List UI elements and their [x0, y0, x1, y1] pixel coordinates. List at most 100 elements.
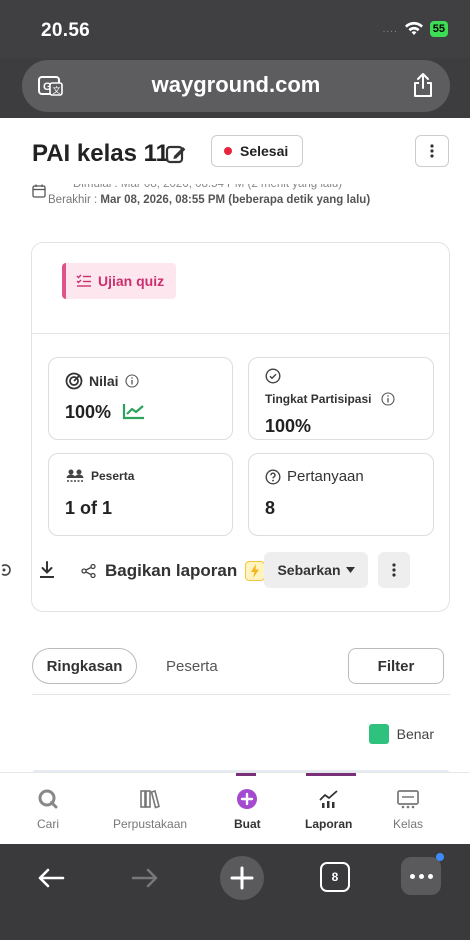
create-plus-icon	[237, 789, 258, 809]
legend-label-benar: Benar	[396, 726, 434, 742]
target-icon	[65, 372, 83, 390]
forward-button[interactable]	[130, 858, 160, 898]
menu-button[interactable]	[400, 853, 444, 896]
share-nodes-icon	[81, 564, 96, 578]
signal-icon: ....	[382, 23, 398, 35]
caret-down-icon	[345, 567, 355, 573]
lightning-icon	[245, 561, 266, 581]
share-icon[interactable]	[412, 72, 434, 98]
started-date: Dimulai : Mar 08, 2026, 08:54 PM (2 meni…	[73, 178, 343, 190]
stat-partisipasi-header: Tingkat Partisipasi	[265, 392, 396, 406]
report-chart-icon	[319, 790, 338, 808]
stat-pertanyaan-label: Pertanyaan	[287, 468, 364, 485]
status-badge-label: Selesai	[240, 143, 289, 159]
stat-partisipasi: Tingkat Partisipasi 100%	[248, 357, 434, 440]
nav-laporan[interactable]: Laporan	[305, 787, 352, 831]
buat-indicator	[236, 773, 256, 776]
info-icon[interactable]	[381, 392, 396, 406]
stat-partisipasi-label: Tingkat Partisipasi	[265, 392, 372, 406]
edit-icon[interactable]	[165, 143, 187, 165]
quiz-type-tag: Ujian quiz	[62, 263, 176, 299]
library-icon	[140, 790, 161, 809]
check-circle-icon	[265, 368, 281, 384]
wifi-icon	[404, 21, 423, 35]
active-tab-indicator	[306, 773, 356, 776]
share-report-label: Bagikan laporan	[105, 561, 238, 580]
nav-perpustakaan-label: Perpustakaan	[113, 817, 188, 831]
status-dot-icon	[224, 147, 232, 155]
nav-cari[interactable]: Cari	[36, 787, 60, 831]
nav-laporan-label: Laporan	[305, 817, 353, 831]
tab-count: 8	[320, 862, 350, 892]
search-icon	[38, 789, 58, 809]
action-more-button[interactable]	[378, 552, 410, 588]
report-actions: Bagikan laporan Sebarkan	[0, 552, 470, 592]
stat-peserta-label: Peserta	[91, 469, 135, 483]
download-icon[interactable]	[39, 561, 55, 579]
distribute-label: Sebarkan	[277, 562, 341, 578]
stat-nilai-row: 100%	[65, 402, 146, 423]
url-text[interactable]: wayground.com	[22, 72, 450, 98]
status-badge: Selesai	[211, 135, 304, 167]
nav-perpustakaan[interactable]: Perpustakaan	[113, 787, 187, 831]
nav-kelas[interactable]: Kelas	[393, 787, 423, 831]
kebab-icon	[392, 563, 396, 577]
trend-chart-icon	[122, 404, 145, 420]
more-options-button[interactable]	[415, 135, 449, 167]
tab-ringkasan[interactable]: Ringkasan	[32, 648, 137, 684]
divider	[32, 694, 450, 695]
chart-legend: Benar	[368, 724, 434, 744]
page-content: PAI kelas 11 Selesai Dimulai : Mar 08, 2…	[0, 118, 470, 790]
tabs-button[interactable]: 8	[318, 860, 352, 894]
battery-indicator: 55	[429, 21, 448, 37]
stat-peserta: Peserta 1 of 1	[48, 453, 233, 536]
nav-kelas-label: Kelas	[393, 817, 424, 831]
more-dots-icon	[401, 853, 444, 895]
notification-dot	[436, 853, 444, 861]
stat-nilai-header: Nilai	[65, 372, 139, 390]
ended-date: Berakhir : Mar 08, 2026, 08:55 PM (beber…	[48, 194, 370, 206]
ended-date-prefix: Berakhir :	[48, 194, 101, 206]
ended-date-value: Mar 08, 2026, 08:55 PM (beberapa detik y…	[100, 194, 371, 206]
stat-partisipasi-value: 100%	[265, 416, 312, 436]
checklist-icon	[76, 274, 91, 287]
nav-cari-label: Cari	[36, 817, 59, 831]
back-button[interactable]	[36, 858, 66, 898]
address-bar[interactable]: G 文 wayground.com	[22, 60, 450, 112]
stat-nilai-label: Nilai	[89, 373, 119, 389]
stat-pertanyaan: Pertanyaan 8	[248, 453, 434, 536]
app-bottom-nav: Cari Perpustakaan Buat Laporan Kelas	[0, 772, 470, 844]
stat-peserta-value: 1 of 1	[65, 498, 113, 518]
people-icon	[66, 469, 84, 482]
info-icon[interactable]	[125, 374, 139, 388]
stat-pertanyaan-value: 8	[265, 498, 276, 518]
stat-nilai-value: 100%	[65, 402, 112, 422]
arrow-right-icon	[131, 868, 158, 888]
question-circle-icon	[265, 468, 281, 485]
status-bar: 20.56 .... 55	[0, 0, 470, 58]
arrow-left-icon	[38, 868, 65, 888]
browser-toolbar: 8	[0, 844, 470, 940]
filter-button[interactable]: Filter	[348, 648, 444, 684]
status-time: 20.56	[41, 20, 91, 41]
partial-icon[interactable]	[0, 562, 12, 580]
stat-pertanyaan-header: Pertanyaan	[265, 468, 364, 485]
quiz-type-label: Ujian quiz	[98, 273, 165, 289]
report-header: PAI kelas 11 Selesai	[0, 132, 470, 172]
stat-nilai: Nilai 100%	[48, 357, 233, 440]
plus-circle-icon	[220, 856, 264, 900]
nav-buat[interactable]: Buat	[234, 787, 261, 831]
stat-peserta-header: Peserta	[65, 468, 134, 484]
share-report-button[interactable]: Bagikan laporan	[81, 552, 266, 590]
kebab-icon	[430, 144, 434, 158]
class-board-icon	[397, 790, 419, 809]
divider	[32, 333, 449, 334]
tab-peserta[interactable]: Peserta	[166, 648, 218, 684]
calendar-icon	[32, 184, 46, 198]
status-indicators: .... 55	[383, 21, 448, 37]
report-tabs: Ringkasan Peserta Filter	[32, 646, 450, 696]
new-tab-button[interactable]	[218, 854, 266, 902]
distribute-button[interactable]: Sebarkan	[264, 552, 368, 588]
legend-swatch-benar	[368, 724, 389, 744]
nav-buat-label: Buat	[234, 817, 261, 831]
